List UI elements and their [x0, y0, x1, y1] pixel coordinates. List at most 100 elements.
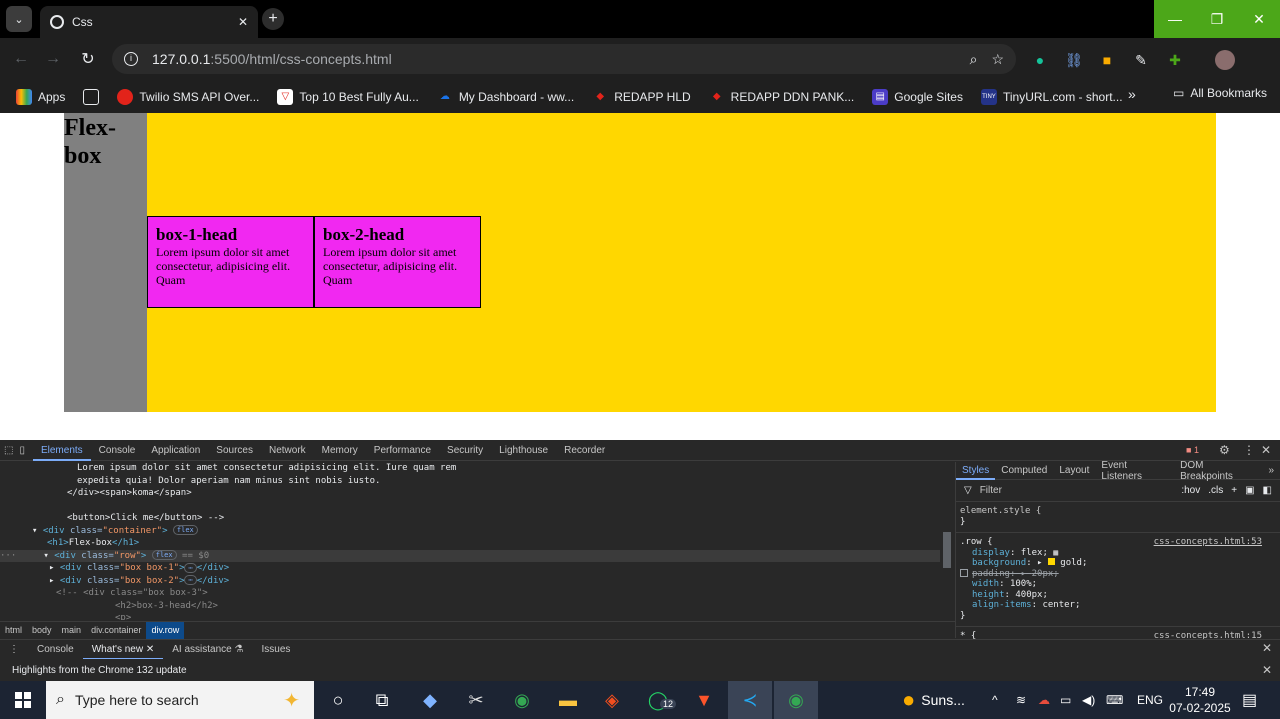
taskbar-search[interactable]: ⌕ Type here to search ✦	[46, 681, 314, 719]
tab-styles[interactable]: Styles	[956, 462, 996, 480]
forward-button[interactable]: →	[42, 48, 64, 70]
link-extension-icon[interactable]: ⛓	[1064, 50, 1084, 70]
drawer-tab-console[interactable]: Console	[28, 644, 83, 655]
flex-badge[interactable]: flex	[172, 525, 198, 535]
chrome-icon[interactable]: ◉	[500, 681, 544, 719]
cortana-icon[interactable]: ○	[316, 681, 360, 719]
inspect-element-icon[interactable]: ⬚	[0, 440, 17, 461]
cls-toggle[interactable]: .cls	[1208, 485, 1223, 496]
close-devtools-icon[interactable]: ✕	[1261, 443, 1271, 457]
settings-gear-icon[interactable]: ⚙	[1219, 443, 1230, 457]
whatsapp-icon[interactable]: ◯ 12	[636, 681, 680, 719]
device-toolbar-icon[interactable]: ▯	[17, 440, 33, 461]
tab-memory[interactable]: Memory	[314, 440, 366, 461]
address-bar[interactable]: i 127.0.0.1:5500/html/css-concepts.html …	[112, 44, 1016, 74]
drawer-tab-issues[interactable]: Issues	[252, 644, 299, 655]
tab-computed[interactable]: Computed	[995, 465, 1053, 476]
keyboard-icon[interactable]: ⌨	[1106, 681, 1123, 719]
scrollbar-thumb[interactable]	[943, 532, 951, 568]
sidebar-toggle-icon[interactable]: ◧	[1263, 485, 1272, 496]
breadcrumb-container[interactable]: div.container	[86, 622, 146, 639]
brave-icon[interactable]: ▼	[682, 681, 726, 719]
tab-dom-breakpoints[interactable]: DOM Breakpoints	[1174, 460, 1262, 482]
language-indicator[interactable]: ENG	[1137, 681, 1163, 719]
file-explorer-icon[interactable]: ▬	[546, 681, 590, 719]
computed-toggle-icon[interactable]: ▣	[1245, 485, 1254, 496]
styles-filter-input[interactable]: Filter	[980, 485, 1174, 496]
dom-text-line[interactable]: <button>Click me</button> -->	[0, 512, 940, 525]
element-style-rule[interactable]: element.style {	[956, 506, 1280, 517]
dom-comment-line[interactable]: <!-- <div class="box box-3">	[0, 587, 940, 600]
bookmarks-overflow-icon[interactable]: »	[1128, 86, 1136, 102]
tray-overflow-icon[interactable]: ^	[992, 681, 998, 719]
tab-security[interactable]: Security	[439, 440, 491, 461]
dom-node-h1[interactable]: <h1>Flex-box</h1>	[0, 537, 940, 550]
zoom-icon[interactable]: ⌕	[970, 51, 978, 68]
css-prop-height[interactable]: height: 400px;	[956, 590, 1280, 601]
property-checkbox[interactable]	[960, 569, 968, 577]
copilot-icon[interactable]: ◆	[408, 681, 452, 719]
dom-comment-line[interactable]: <p>	[0, 612, 940, 620]
clock[interactable]: 17:49 07-02-2025	[1166, 684, 1234, 716]
more-tabs-icon[interactable]: »	[1262, 465, 1280, 476]
vscode-icon[interactable]: ≺	[728, 681, 772, 719]
weather-widget[interactable]: ● Suns...	[902, 681, 965, 719]
bookmark-google-sites[interactable]: ▤ Google Sites	[872, 88, 963, 105]
extensions-puzzle-icon[interactable]: ✚	[1165, 50, 1185, 70]
breadcrumb-main[interactable]: main	[57, 622, 87, 639]
reload-button[interactable]: ↻	[77, 48, 99, 70]
wifi-icon[interactable]: ≋	[1016, 681, 1026, 719]
hov-toggle[interactable]: :hov	[1181, 485, 1200, 496]
drawer-menu-icon[interactable]: ⋮	[0, 644, 28, 655]
drawer-tab-ai-assistance[interactable]: AI assistance ⚗	[163, 644, 252, 655]
notification-center-icon[interactable]: ▤	[1242, 681, 1257, 719]
tab-console[interactable]: Console	[91, 440, 144, 461]
dom-node-box-1[interactable]: ▸ <div class="box box-1"> ⋯ </div>	[0, 562, 940, 575]
bookmark-apps[interactable]: Apps	[16, 88, 65, 105]
figma-icon[interactable]: ◈	[590, 681, 634, 719]
drawer-tab-whats-new[interactable]: What's new ✕	[82, 640, 164, 660]
breadcrumb-row[interactable]: div.row	[146, 621, 185, 639]
tab-recorder[interactable]: Recorder	[556, 440, 613, 461]
grammarly-extension-icon[interactable]: ●	[1030, 50, 1050, 70]
dom-text-line[interactable]: Lorem ipsum dolor sit amet consectetur a…	[0, 462, 940, 475]
extension-icon[interactable]: ■	[1097, 50, 1117, 70]
close-window-button[interactable]: ✕	[1238, 0, 1280, 38]
tab-elements[interactable]: Elements	[32, 440, 91, 461]
breadcrumb-body[interactable]: body	[27, 622, 57, 639]
close-drawer-icon[interactable]: ✕	[1262, 641, 1272, 655]
bookmark-redapp-ddn[interactable]: ◆ REDAPP DDN PANK...	[709, 89, 854, 105]
bookmark-twilio[interactable]: Twilio SMS API Over...	[117, 88, 259, 105]
task-view-icon[interactable]: ⧉	[360, 681, 404, 719]
css-prop-padding[interactable]: padding: ▸ 20px;	[956, 569, 1280, 580]
browser-tab[interactable]: Css ✕	[40, 6, 258, 38]
bookmark-star-icon[interactable]: ☆	[991, 51, 1004, 68]
snipping-tool-icon[interactable]: ✂	[454, 681, 498, 719]
back-button[interactable]: ←	[10, 48, 32, 70]
tab-lighthouse[interactable]: Lighthouse	[491, 440, 556, 461]
tab-event-listeners[interactable]: Event Listeners	[1095, 460, 1174, 482]
site-info-icon[interactable]: i	[124, 52, 138, 66]
eyedropper-extension-icon[interactable]: ✎	[1131, 50, 1151, 70]
bookmark-top10[interactable]: ▽ Top 10 Best Fully Au...	[277, 88, 419, 105]
close-tab-icon[interactable]: ✕	[146, 644, 154, 655]
flex-badge[interactable]: flex	[151, 550, 177, 560]
bookmark-dashboard[interactable]: ☁ My Dashboard - ww...	[437, 89, 574, 105]
dom-node-box-2[interactable]: ▸ <div class="box box-2"> ⋯ </div>	[0, 575, 940, 588]
tab-search-button[interactable]: ⌄	[6, 6, 32, 32]
tab-performance[interactable]: Performance	[366, 440, 439, 461]
row-rule-selector[interactable]: .row {css-concepts.html:53	[956, 537, 1280, 548]
close-whats-new-icon[interactable]: ✕	[1262, 663, 1272, 677]
tab-sources[interactable]: Sources	[208, 440, 261, 461]
new-tab-button[interactable]: +	[262, 8, 284, 30]
url-text[interactable]: 127.0.0.1:5500/html/css-concepts.html	[152, 51, 956, 67]
bookmark-tinyurl[interactable]: TINY TinyURL.com - short...	[980, 88, 1123, 105]
new-rule-icon[interactable]: +	[1231, 485, 1237, 496]
start-button[interactable]	[0, 681, 46, 719]
all-bookmarks[interactable]: ▭ All Bookmarks	[1173, 86, 1267, 100]
dom-node-container[interactable]: ▾ <div class="container"> flex	[0, 525, 940, 538]
css-prop-display[interactable]: display: flex; ▦	[956, 548, 1280, 559]
css-prop-background[interactable]: background: ▸ gold;	[956, 558, 1280, 569]
dom-comment-line[interactable]: <h2>box-3-head</h2>	[0, 600, 940, 613]
bookmark-redapp-hld[interactable]: ◆ REDAPP HLD	[592, 89, 690, 105]
